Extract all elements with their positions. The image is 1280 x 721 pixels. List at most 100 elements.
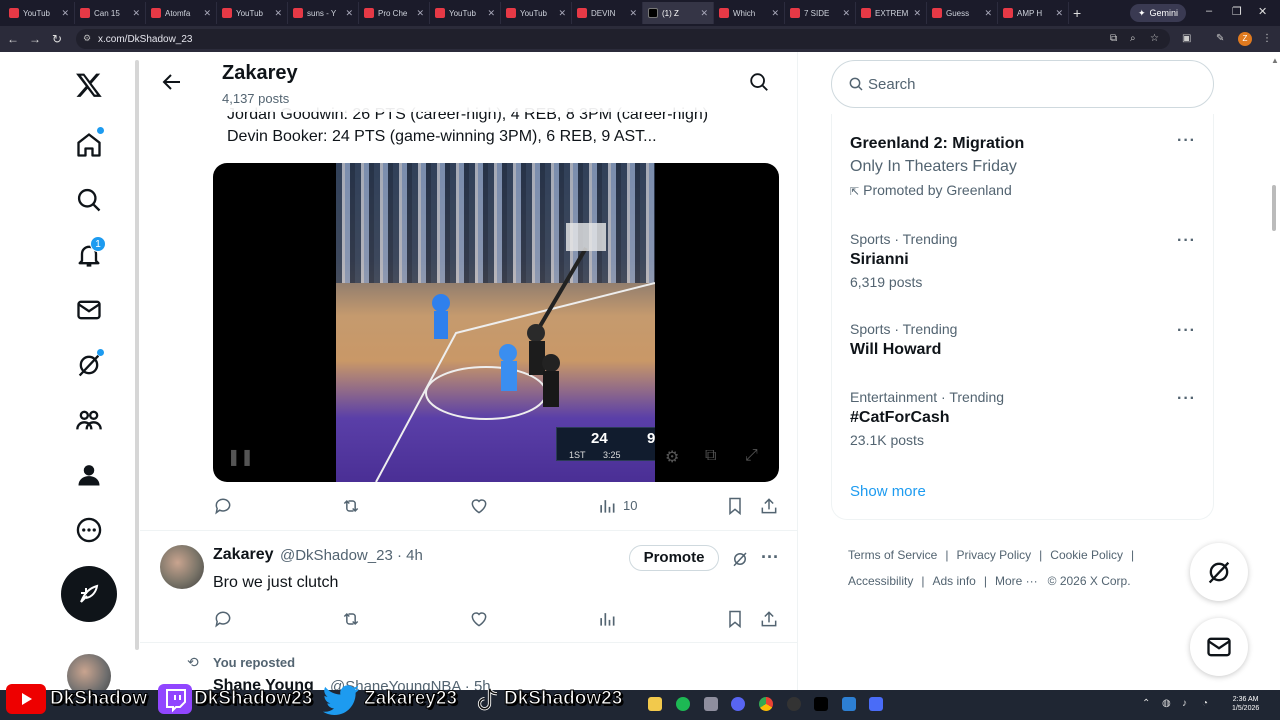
footer-link-privacy[interactable]: Privacy Policy xyxy=(956,548,1031,562)
promote-button[interactable]: Promote xyxy=(629,545,719,571)
install-icon[interactable]: ⧉ xyxy=(1110,33,1117,44)
like-icon[interactable] xyxy=(469,496,489,516)
messages-float-button[interactable] xyxy=(1190,618,1248,676)
trend-item[interactable]: Sports · Trending Will Howard xyxy=(850,320,1190,362)
more-options-icon[interactable] xyxy=(64,505,114,555)
views-icon[interactable] xyxy=(597,496,617,516)
new-tab-button[interactable]: + xyxy=(1073,5,1081,21)
app-icon[interactable] xyxy=(842,697,856,711)
show-more-link[interactable]: Show more xyxy=(850,483,926,500)
grok-float-button[interactable] xyxy=(1190,543,1248,601)
browser-tab[interactable]: YouTub ✕ xyxy=(4,2,75,24)
close-window-icon[interactable]: ✕ xyxy=(1258,5,1267,18)
trend-item[interactable]: Sports · Trending Sirianni 6,319 posts xyxy=(850,230,1190,292)
site-info-icon[interactable]: ⚙ xyxy=(83,33,91,44)
author-handle[interactable]: @DkShadow_23 · 4h xyxy=(280,547,423,564)
tab-close-icon[interactable]: ✕ xyxy=(700,8,708,19)
browser-tab[interactable]: Can 15 ✕ xyxy=(75,2,146,24)
trend-more-icon[interactable]: ··· xyxy=(1177,232,1196,250)
explore-icon[interactable] xyxy=(64,175,114,225)
share-icon[interactable] xyxy=(759,496,779,516)
share-icon[interactable] xyxy=(759,609,779,629)
trend-more-icon[interactable]: ··· xyxy=(1177,390,1196,408)
search-input[interactable]: Search xyxy=(831,60,1214,108)
browser-tab[interactable]: YouTub ✕ xyxy=(430,2,501,24)
footer-link-more[interactable]: More ··· xyxy=(995,574,1038,588)
trend-more-icon[interactable]: ··· xyxy=(1177,322,1196,340)
tiktok-app-icon[interactable] xyxy=(814,697,828,711)
browser-tab[interactable]: YouTub ✕ xyxy=(217,2,288,24)
browser-tab[interactable]: Atomfa ✕ xyxy=(146,2,217,24)
browser-tab[interactable]: EXTREM ✕ xyxy=(856,2,927,24)
browser-tab[interactable]: AMP H ✕ xyxy=(998,2,1069,24)
like-icon[interactable] xyxy=(469,609,489,629)
back-arrow-icon[interactable] xyxy=(160,70,184,94)
browser-tab[interactable]: suns - Y ✕ xyxy=(288,2,359,24)
tab-close-icon[interactable]: ✕ xyxy=(771,8,779,19)
footer-link-accessibility[interactable]: Accessibility xyxy=(848,574,913,588)
grok-icon[interactable] xyxy=(64,340,114,390)
footer-link-cookies[interactable]: Cookie Policy xyxy=(1050,548,1123,562)
search-icon[interactable] xyxy=(748,71,770,93)
reply-icon[interactable] xyxy=(213,496,233,516)
post-button[interactable] xyxy=(61,566,117,622)
pip-icon[interactable]: ⧉ xyxy=(705,447,716,465)
tab-close-icon[interactable]: ✕ xyxy=(274,8,282,19)
footer-link-ads-info[interactable]: Ads info xyxy=(932,574,975,588)
url-input[interactable]: ⚙ x.com/DkShadow_23 xyxy=(76,29,1170,49)
tray-chevron-icon[interactable]: ⌃ xyxy=(1142,698,1150,709)
pause-icon[interactable]: ❚❚ xyxy=(227,447,254,467)
tab-close-icon[interactable]: ✕ xyxy=(1055,8,1063,19)
speaker-icon[interactable]: ♪ xyxy=(1182,698,1187,709)
notifications-icon[interactable]: 1 xyxy=(64,230,114,280)
messages-icon[interactable] xyxy=(64,285,114,335)
tab-close-icon[interactable]: ✕ xyxy=(203,8,211,19)
author-name[interactable]: Zakarey xyxy=(213,546,274,564)
grok-icon[interactable] xyxy=(731,550,749,568)
nav-scrollbar[interactable] xyxy=(135,60,139,650)
tab-close-icon[interactable]: ✕ xyxy=(842,8,850,19)
scroll-up-arrow-icon[interactable]: ▲ xyxy=(1271,56,1279,65)
browser-tab[interactable]: (1) Z ✕ xyxy=(643,2,714,24)
maximize-icon[interactable]: ❐ xyxy=(1232,5,1242,18)
discord-icon[interactable] xyxy=(731,697,745,711)
tab-close-icon[interactable]: ✕ xyxy=(416,8,424,19)
communities-icon[interactable] xyxy=(64,395,114,445)
back-nav-icon[interactable]: ← xyxy=(2,32,24,46)
sidepanel-icon[interactable]: ▣ xyxy=(1182,33,1191,44)
browser-menu-icon[interactable]: ⋮ xyxy=(1262,33,1272,44)
forward-nav-icon[interactable]: → xyxy=(24,32,46,46)
chrome-icon[interactable] xyxy=(759,697,773,711)
bookmark-icon[interactable] xyxy=(725,496,745,516)
fullscreen-icon[interactable]: ⤢ xyxy=(745,447,758,465)
tab-close-icon[interactable]: ✕ xyxy=(487,8,495,19)
browser-tab[interactable]: YouTub ✕ xyxy=(501,2,572,24)
tab-close-icon[interactable]: ✕ xyxy=(629,8,637,19)
mic-app-icon[interactable] xyxy=(704,697,718,711)
bookmark-star-icon[interactable]: ☆ xyxy=(1150,33,1159,44)
profile-icon[interactable] xyxy=(64,450,114,500)
browser-tab[interactable]: Pro Che ✕ xyxy=(359,2,430,24)
browser-tab[interactable]: Which ✕ xyxy=(714,2,785,24)
tab-close-icon[interactable]: ✕ xyxy=(913,8,921,19)
gemini-button[interactable]: ✦ Gemini xyxy=(1130,4,1187,22)
minimize-icon[interactable]: – xyxy=(1206,5,1212,17)
file-explorer-icon[interactable] xyxy=(648,697,662,711)
network-icon[interactable]: ◍ xyxy=(1162,698,1171,709)
tab-close-icon[interactable]: ✕ xyxy=(345,8,353,19)
browser-tab[interactable]: Guess ✕ xyxy=(927,2,998,24)
profile-avatar[interactable]: Z xyxy=(1238,32,1252,46)
volume-icon[interactable]: ◔ xyxy=(1202,698,1208,709)
settings-icon[interactable]: ⚙ xyxy=(665,447,679,467)
trend-more-icon[interactable]: ··· xyxy=(1177,132,1196,150)
tab-close-icon[interactable]: ✕ xyxy=(132,8,140,19)
trend-item[interactable]: Entertainment · Trending #CatForCash 23.… xyxy=(850,388,1190,450)
tab-close-icon[interactable]: ✕ xyxy=(61,8,69,19)
views-icon[interactable] xyxy=(597,609,617,629)
repost-icon[interactable] xyxy=(341,609,361,629)
obs-icon[interactable] xyxy=(787,697,801,711)
tweet-video[interactable]: 24 9 1ST 3:25 ❚❚ ⚙ ⧉ ⤢ xyxy=(213,163,779,482)
trend-item-promoted[interactable]: Greenland 2: Migration Only In Theaters … xyxy=(850,132,1190,202)
tab-close-icon[interactable]: ✕ xyxy=(558,8,566,19)
app-icon[interactable] xyxy=(869,697,883,711)
